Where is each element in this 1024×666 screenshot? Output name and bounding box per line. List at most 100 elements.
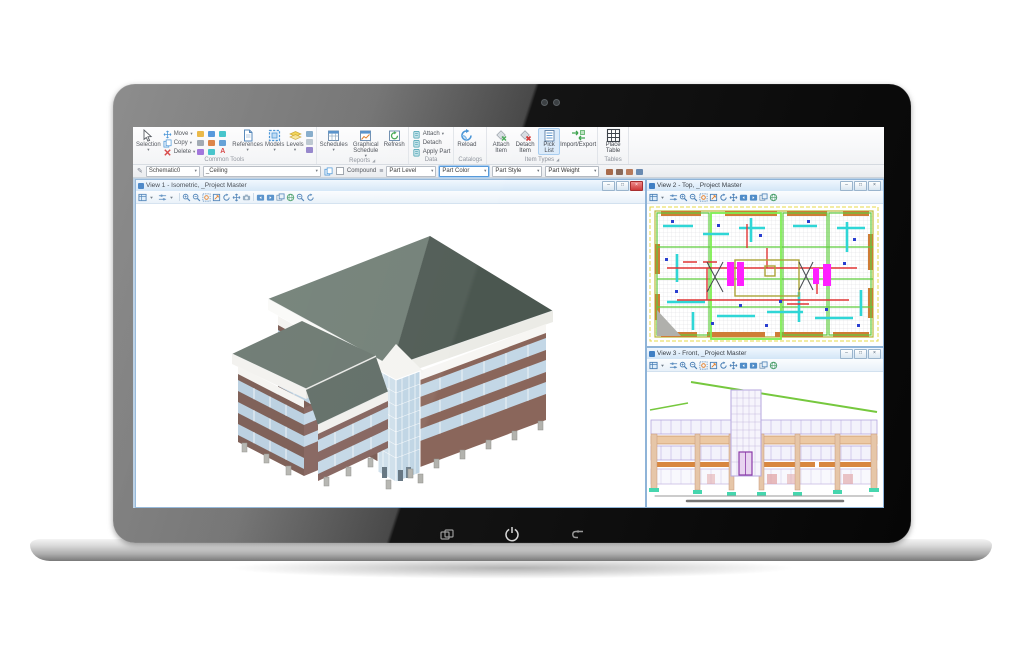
mini-tool-icon[interactable] [197,140,204,146]
detach-button[interactable]: Detach [412,139,451,147]
tag-tool-icon[interactable] [636,169,643,175]
fit-view-icon[interactable] [709,192,718,202]
overlapping-windows-icon[interactable] [440,529,454,541]
part-weight-dropdown[interactable]: Part Weight▾ [545,166,599,177]
window-area-icon[interactable] [202,192,211,202]
view-next-icon[interactable] [266,192,275,202]
copy-view-icon[interactable] [276,192,285,202]
move-button[interactable]: Move▾ [163,130,196,138]
back-arrow-icon[interactable] [571,529,585,541]
window-area-icon[interactable] [699,360,708,370]
maximize-button[interactable]: □ [616,181,629,191]
rotate-view-icon[interactable] [719,192,728,202]
view-previous-icon[interactable] [739,192,748,202]
mini-tool-icon[interactable] [219,131,226,137]
import-export-button[interactable]: Import/Export [562,128,594,148]
window-area-icon[interactable] [699,192,708,202]
mini-tool-icon[interactable] [197,149,204,155]
copy-view-icon[interactable] [759,192,768,202]
delete-button[interactable]: Delete▾ [163,148,196,156]
pick-list-button[interactable]: Pick List [538,128,560,155]
adjust-view-icon[interactable] [669,192,678,202]
minimize-button[interactable]: – [840,181,853,191]
adjust-view-icon[interactable] [158,192,167,202]
mini-tool-icon[interactable] [219,140,226,146]
dialog-launcher-icon[interactable]: ◢ [556,157,559,163]
view-3-titlebar[interactable]: View 3 - Front, _Project Master – □ × [647,348,883,359]
view-2-canvas[interactable] [647,204,883,346]
adjust-view-icon[interactable] [669,360,678,370]
view-previous-icon[interactable] [739,360,748,370]
selection-button[interactable]: Selection ▾ [136,128,161,152]
attach-item-button[interactable]: Attach Item [490,128,512,154]
tag-tool-icon[interactable] [616,169,623,175]
saved-views-icon[interactable] [286,192,295,202]
copy-button[interactable]: Copy▾ [163,139,196,147]
rotate-view-icon[interactable] [222,192,231,202]
zoom-in-icon[interactable] [182,192,191,202]
zoom-in-icon[interactable] [679,192,688,202]
view-next-icon[interactable] [749,192,758,202]
mini-tool-icon[interactable] [306,139,313,145]
chevron-down-icon[interactable] [168,192,177,202]
ceiling-dropdown[interactable]: _Ceiling▾ [203,166,321,177]
view-1-canvas[interactable] [136,204,645,507]
close-button[interactable]: × [868,181,881,191]
refresh-button[interactable]: Refresh [384,128,405,148]
pen-icon[interactable]: ✎ [137,168,143,175]
view-attributes-icon[interactable] [649,360,658,370]
line-style-icon[interactable]: ≡ [379,168,383,175]
chevron-down-icon[interactable] [659,192,668,202]
mini-tool-icon[interactable] [306,131,313,137]
minimize-button[interactable]: – [840,349,853,359]
copy-attributes-icon[interactable] [324,167,333,176]
zoom-icon[interactable] [296,192,305,202]
view-next-icon[interactable] [749,360,758,370]
maximize-button[interactable]: □ [854,181,867,191]
part-color-dropdown[interactable]: Part Color▾ [439,166,489,177]
view-3-canvas[interactable] [647,372,883,507]
tag-tool-icon[interactable] [606,169,613,175]
pan-view-icon[interactable] [232,192,241,202]
compound-checkbox[interactable] [336,167,344,175]
fit-view-icon[interactable] [212,192,221,202]
models-button[interactable]: Models ▾ [265,128,284,152]
pan-view-icon[interactable] [729,192,738,202]
view-1-titlebar[interactable]: View 1 - Isometric, _Project Master – □ … [136,180,645,191]
detach-item-button[interactable]: Detach Item [514,128,536,154]
view-attributes-icon[interactable] [649,192,658,202]
saved-views-icon[interactable] [769,192,778,202]
rotate-icon[interactable] [306,192,315,202]
reload-button[interactable]: Reload [457,128,476,148]
copy-view-icon[interactable] [759,360,768,370]
view-2-titlebar[interactable]: View 2 - Top, _Project Master – □ × [647,180,883,191]
zoom-in-icon[interactable] [679,360,688,370]
levels-button[interactable]: Levels ▾ [286,128,303,152]
maximize-button[interactable]: □ [854,349,867,359]
attach-button[interactable]: Attach▾ [412,130,451,138]
dialog-launcher-icon[interactable]: ◢ [372,158,375,164]
part-level-dropdown[interactable]: Part Level▾ [386,166,436,177]
power-icon[interactable] [504,526,520,542]
rotate-view-icon[interactable] [719,360,728,370]
mini-tool-icon[interactable] [208,149,215,155]
pan-view-icon[interactable] [729,360,738,370]
walk-icon[interactable] [242,192,251,202]
view-attributes-icon[interactable] [138,192,147,202]
apply-part-button[interactable]: Apply Part [412,148,451,156]
references-button[interactable]: References ▾ [232,128,263,152]
mini-tool-icon[interactable] [197,131,204,137]
zoom-out-icon[interactable] [192,192,201,202]
tag-tool-icon[interactable] [626,169,633,175]
zoom-out-icon[interactable] [689,360,698,370]
zoom-out-icon[interactable] [689,192,698,202]
graphical-schedules-button[interactable]: Graphical Schedule ▾ [350,128,382,158]
schedules-button[interactable]: Schedules ▾ [320,128,348,152]
view-previous-icon[interactable] [256,192,265,202]
close-button[interactable]: × [868,349,881,359]
mini-tool-icon[interactable] [208,140,215,146]
place-table-button[interactable]: Place Table [601,128,625,154]
fit-view-icon[interactable] [709,360,718,370]
chevron-down-icon[interactable] [148,192,157,202]
chevron-down-icon[interactable] [659,360,668,370]
